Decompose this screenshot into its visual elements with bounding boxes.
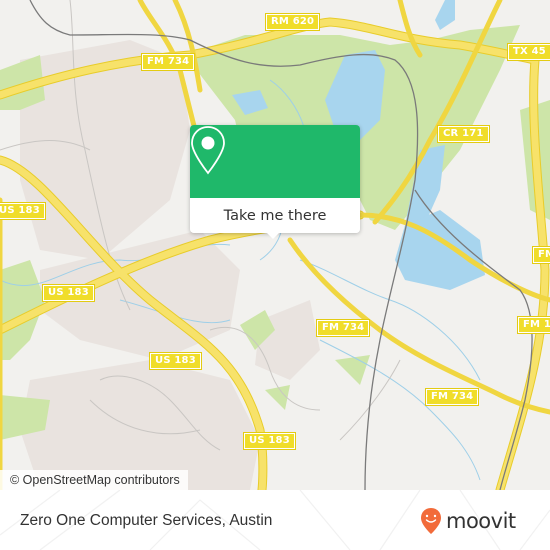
map-pin-icon [191, 126, 225, 175]
popup-header [190, 125, 360, 198]
popup-pointer [266, 232, 280, 239]
road-label-fm-734: FM 734 [424, 388, 480, 406]
road-label-us-183: US 183 [149, 352, 202, 370]
road-label-us-183: US 183 [0, 202, 46, 220]
road-label-fm-734: FM 734 [315, 319, 371, 337]
location-popup: Take me there [190, 125, 360, 239]
road-label-rm-620: RM 620 [264, 13, 321, 31]
place-title: Zero One Computer Services, Austin [20, 512, 273, 529]
road-label-us-183: US 183 [243, 432, 296, 450]
road-label-fm-13: FM 13 [516, 316, 550, 334]
road-label-fm-734: FM 734 [140, 53, 196, 71]
map-attribution[interactable]: © OpenStreetMap contributors [0, 470, 188, 490]
road-label-tx-45: TX 45 [507, 43, 550, 61]
road-label-cr-171: CR 171 [437, 125, 490, 143]
moovit-pin-icon [421, 508, 441, 534]
road-label-us-183: US 183 [42, 284, 95, 302]
take-me-there-button[interactable]: Take me there [190, 198, 360, 233]
map-tiles [0, 0, 550, 490]
map-view[interactable]: RM 620 FM 734 TX 45 CR 171 US 183 US 183… [0, 0, 550, 490]
road-label-fm-13: FM 13 [531, 246, 550, 264]
moovit-wordmark: moovit [446, 509, 516, 533]
moovit-logo[interactable]: moovit [420, 507, 516, 535]
